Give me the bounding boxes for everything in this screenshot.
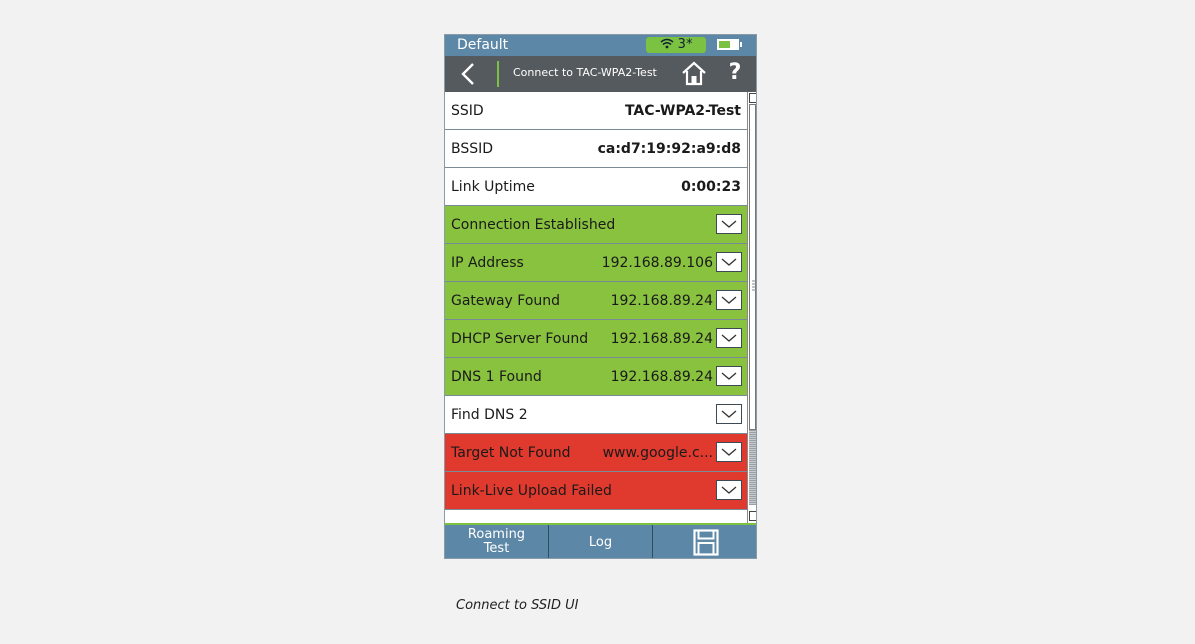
log-button[interactable]: Log — [549, 525, 653, 558]
figure-caption: Connect to SSID UI — [456, 598, 579, 613]
scrollbar-thumb[interactable] — [749, 104, 756, 430]
expand-chevron-icon[interactable] — [716, 480, 742, 500]
home-icon[interactable] — [681, 60, 707, 88]
roaming-label-line2: Test — [483, 541, 510, 556]
row-label: DHCP Server Found — [451, 331, 589, 347]
scroll-grip-icon — [752, 280, 756, 291]
row-value: 192.168.89.106 — [601, 255, 713, 271]
row-link-live-upload-failed[interactable]: Link-Live Upload Failed — [445, 472, 747, 510]
status-bar: Default 3* — [445, 35, 756, 56]
row-value: 192.168.89.24 — [610, 331, 713, 347]
expand-chevron-icon[interactable] — [716, 252, 742, 272]
nav-bar: Connect to TAC-WPA2-Test ? — [445, 56, 756, 92]
row-value: www.google.c... — [602, 445, 713, 461]
row-link-uptime: Link Uptime 0:00:23 — [445, 168, 747, 206]
profile-name[interactable]: Default — [457, 37, 508, 53]
row-value: 192.168.89.24 — [610, 369, 713, 385]
row-ssid: SSID TAC-WPA2-Test — [445, 92, 747, 130]
row-find-dns2[interactable]: Find DNS 2 — [445, 396, 747, 434]
row-label: BSSID — [451, 141, 494, 157]
row-connection-established[interactable]: Connection Established — [445, 206, 747, 244]
row-value: ca:d7:19:92:a9:d8 — [597, 141, 741, 157]
scroll-down-arrow-icon[interactable] — [749, 511, 756, 521]
expand-chevron-icon[interactable] — [716, 290, 742, 310]
help-button[interactable]: ? — [725, 60, 745, 85]
wifi-status-badge[interactable]: 3* — [646, 37, 706, 53]
row-bssid: BSSID ca:d7:19:92:a9:d8 — [445, 130, 747, 168]
scroll-up-arrow-icon[interactable] — [749, 93, 756, 103]
battery-level — [719, 41, 730, 48]
row-label: Target Not Found — [451, 445, 571, 461]
row-value: 192.168.89.24 — [610, 293, 713, 309]
results-list[interactable]: SSID TAC-WPA2-Test BSSID ca:d7:19:92:a9:… — [445, 92, 747, 523]
row-label: Gateway Found — [451, 293, 561, 309]
expand-chevron-icon[interactable] — [716, 366, 742, 386]
row-label: IP Address — [451, 255, 524, 271]
row-label: Link-Live Upload Failed — [451, 483, 612, 499]
expand-chevron-icon[interactable] — [716, 328, 742, 348]
roaming-label-line1: Roaming — [467, 527, 526, 542]
back-icon[interactable] — [455, 60, 483, 88]
roaming-test-button[interactable]: Roaming Test — [445, 525, 549, 558]
row-value: TAC-WPA2-Test — [624, 103, 741, 119]
row-label: SSID — [451, 103, 484, 119]
row-label: DNS 1 Found — [451, 369, 542, 385]
bottom-bar: Roaming Test Log — [445, 525, 756, 558]
nav-divider — [497, 61, 499, 87]
expand-chevron-icon[interactable] — [716, 214, 742, 234]
row-dhcp-server-found[interactable]: DHCP Server Found 192.168.89.24 — [445, 320, 747, 358]
row-label: Find DNS 2 — [451, 407, 528, 423]
row-ip-address[interactable]: IP Address 192.168.89.106 — [445, 244, 747, 282]
expand-chevron-icon[interactable] — [716, 404, 742, 424]
wifi-icon — [660, 38, 674, 49]
row-dns1-found[interactable]: DNS 1 Found 192.168.89.24 — [445, 358, 747, 396]
scrollbar-track-remaining[interactable] — [749, 430, 756, 505]
row-label: Link Uptime — [451, 179, 535, 195]
scrollbar[interactable] — [747, 92, 756, 523]
save-button[interactable] — [653, 525, 756, 558]
battery-icon — [717, 39, 742, 50]
save-icon — [692, 529, 719, 556]
wifi-badge-label: 3* — [677, 37, 693, 52]
expand-chevron-icon[interactable] — [716, 442, 742, 462]
tester-screen: Default 3* Connect to TAC-WPA2-Test ? SS — [444, 34, 757, 559]
row-gateway-found[interactable]: Gateway Found 192.168.89.24 — [445, 282, 747, 320]
row-label: Connection Established — [451, 217, 616, 233]
row-target-not-found[interactable]: Target Not Found www.google.c... — [445, 434, 747, 472]
page-title: Connect to TAC-WPA2-Test — [513, 66, 657, 79]
row-value: 0:00:23 — [681, 179, 741, 195]
